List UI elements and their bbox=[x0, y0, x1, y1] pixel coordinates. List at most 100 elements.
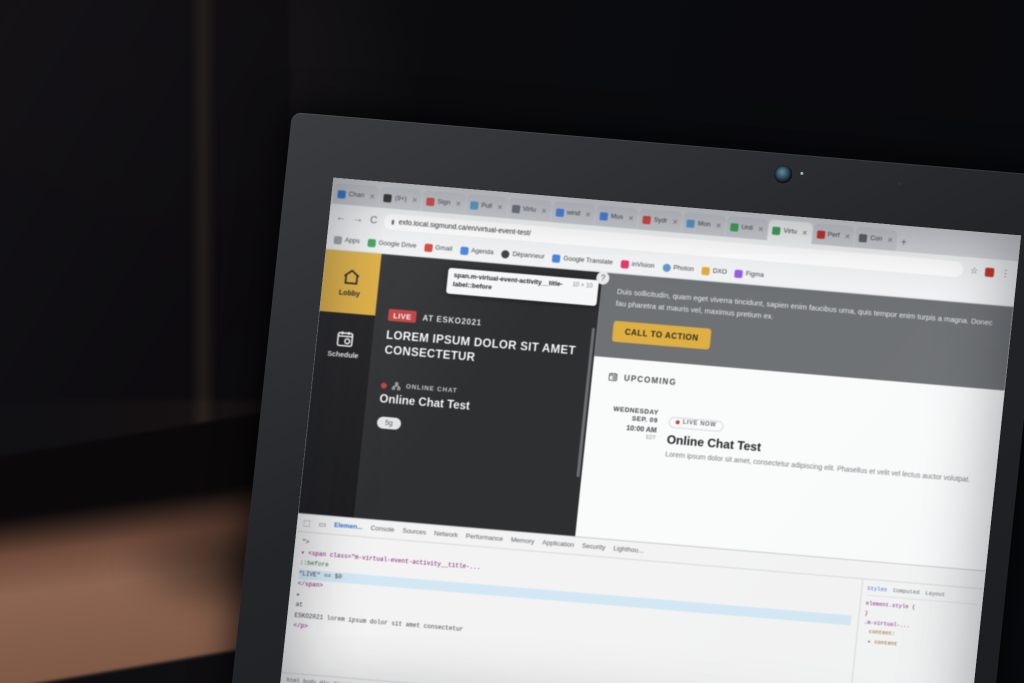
background-pillar bbox=[190, 0, 216, 460]
devtools-tab-console[interactable]: Console bbox=[370, 525, 395, 534]
more-link[interactable]: More bbox=[984, 347, 999, 355]
bookmark-item[interactable]: Figma bbox=[734, 269, 764, 279]
webcam-led-icon bbox=[800, 171, 804, 175]
webcam-icon bbox=[773, 164, 794, 185]
laptop-screen: Chan ✕ (9+) ✕ Sign ✕ Pull ✕ Virtu ✕ wind ✕ Mus… bbox=[279, 177, 1022, 683]
tab-favicon-icon bbox=[555, 207, 565, 217]
background-monitor bbox=[0, 0, 290, 400]
tab-close-icon[interactable]: ✕ bbox=[887, 236, 894, 244]
tab-label: (9+) bbox=[394, 194, 408, 203]
browser-menu-icon[interactable]: ⋮ bbox=[1000, 267, 1011, 279]
activity-tag-pill[interactable]: 5g bbox=[376, 416, 402, 431]
apps-grid-icon bbox=[333, 235, 343, 245]
tab-favicon-icon bbox=[599, 211, 609, 221]
bookmark-star-icon[interactable]: ☆ bbox=[970, 265, 979, 277]
tab-close-icon[interactable]: ✕ bbox=[497, 203, 504, 211]
tab-close-icon[interactable]: ✕ bbox=[715, 221, 722, 229]
bookmark-item[interactable]: Agenda bbox=[459, 246, 494, 257]
home-icon bbox=[343, 269, 359, 285]
devtools-tab-sources[interactable]: Sources bbox=[402, 528, 427, 537]
devtools-tab-performance[interactable]: Performance bbox=[465, 533, 503, 543]
lock-icon: ▮ bbox=[390, 219, 395, 226]
devtools-tab-memory[interactable]: Memory bbox=[511, 537, 535, 546]
devtools-tab-lighthouse[interactable]: Lighthou... bbox=[613, 545, 644, 555]
tab-favicon-icon bbox=[729, 222, 739, 232]
tab-label: Pull bbox=[480, 202, 493, 211]
mic-dot-left-icon bbox=[678, 163, 682, 167]
tab-close-icon[interactable]: ✕ bbox=[541, 207, 548, 215]
tab-close-icon[interactable]: ✕ bbox=[585, 210, 592, 218]
dxo-icon bbox=[701, 266, 711, 275]
sidebar-item-label: Schedule bbox=[326, 350, 359, 361]
agenda-icon bbox=[459, 246, 469, 255]
calendar-icon bbox=[336, 331, 353, 347]
event-datetime: WEDNESDAY SEP. 09 10:00 AM EDT bbox=[600, 405, 659, 460]
inspect-selector: span.m-virtual-event-activity__title-lab… bbox=[452, 272, 563, 292]
devtools-tab-elements[interactable]: Elemen... bbox=[334, 522, 363, 531]
tab-favicon-icon bbox=[383, 193, 393, 203]
styles-tab-computed[interactable]: Computed bbox=[893, 586, 920, 598]
tab-close-icon[interactable]: ✕ bbox=[411, 196, 418, 204]
devtools-inspect-tooltip: span.m-virtual-event-activity__title-lab… bbox=[445, 267, 611, 306]
tab-favicon-icon bbox=[686, 218, 696, 228]
sidebar-item-schedule[interactable]: Schedule bbox=[313, 311, 375, 377]
event-row[interactable]: WEDNESDAY SEP. 09 10:00 AM EDT LIVE NOW … bbox=[600, 405, 984, 487]
bookmark-item[interactable]: DXO bbox=[701, 266, 727, 276]
bookmark-item[interactable]: inVision bbox=[620, 259, 655, 271]
live-event-name: AT ESKO2021 bbox=[422, 313, 483, 328]
tab-label: Virtu bbox=[783, 227, 798, 236]
translate-icon bbox=[552, 253, 561, 263]
tab-favicon-icon bbox=[426, 197, 435, 206]
back-icon[interactable]: ← bbox=[336, 212, 347, 224]
device-toolbar-icon[interactable]: ▭ bbox=[318, 520, 326, 530]
live-dot-icon bbox=[675, 420, 680, 425]
forward-icon[interactable]: → bbox=[353, 213, 364, 225]
tab-close-icon[interactable]: ✕ bbox=[369, 192, 376, 200]
bookmark-item[interactable]: Google Drive bbox=[367, 238, 417, 250]
tab-favicon-icon bbox=[337, 189, 347, 199]
tab-label: Perf bbox=[827, 231, 840, 240]
tab-label: Mus bbox=[610, 213, 624, 222]
figma-icon bbox=[734, 269, 744, 278]
tab-close-icon[interactable]: ✕ bbox=[801, 229, 808, 237]
styles-pane: Styles Computed Layout element.style { }… bbox=[847, 579, 984, 683]
bookmark-item[interactable]: Dépanneur bbox=[501, 249, 545, 262]
live-dot-icon bbox=[380, 382, 388, 389]
reload-icon[interactable]: C bbox=[370, 214, 378, 226]
bookmark-item[interactable]: Gmail bbox=[423, 243, 453, 253]
tab-label: Virtu bbox=[522, 205, 537, 214]
devtools-tab-network[interactable]: Network bbox=[434, 530, 458, 539]
tab-favicon-icon bbox=[816, 229, 826, 239]
sidebar-item-lobby[interactable]: Lobby bbox=[319, 249, 382, 316]
tab-favicon-icon bbox=[469, 200, 479, 210]
tab-close-icon[interactable]: ✕ bbox=[757, 225, 764, 233]
bookmark-item[interactable]: Photon bbox=[661, 263, 694, 274]
tab-label: Chan bbox=[348, 191, 365, 200]
extension-icon[interactable] bbox=[984, 267, 995, 277]
tab-label: Sydr bbox=[653, 216, 668, 225]
bookmark-apps[interactable]: Apps bbox=[333, 235, 360, 245]
tab-close-icon[interactable]: ✕ bbox=[455, 199, 462, 207]
activity-kind-label: ONLINE CHAT bbox=[405, 383, 458, 396]
tab-close-icon[interactable]: ✕ bbox=[628, 214, 635, 222]
tab-label: Mon bbox=[697, 220, 711, 229]
bookmark-item[interactable]: Google Translate bbox=[552, 253, 613, 267]
tab-favicon-icon bbox=[642, 215, 652, 224]
new-tab-button[interactable]: + bbox=[900, 237, 907, 248]
styles-tab-layout[interactable]: Layout bbox=[925, 589, 946, 600]
depanneur-icon bbox=[501, 249, 510, 259]
inspect-element-icon[interactable]: ⬚ bbox=[303, 518, 311, 528]
devtools-tab-application[interactable]: Application bbox=[542, 539, 574, 549]
styles-tab-styles[interactable]: Styles bbox=[867, 584, 888, 595]
tab-favicon-icon bbox=[772, 226, 782, 235]
tab-favicon-icon bbox=[858, 233, 868, 243]
tab-favicon-icon bbox=[511, 204, 521, 213]
call-to-action-button[interactable]: CALL TO ACTION bbox=[611, 320, 712, 350]
tab-close-icon[interactable]: ✕ bbox=[844, 232, 851, 240]
devtools-tab-security[interactable]: Security bbox=[582, 543, 606, 552]
laptop: Chan ✕ (9+) ✕ Sign ✕ Pull ✕ Virtu ✕ wind ✕ Mus… bbox=[229, 112, 1024, 683]
tab-label: Sign bbox=[437, 198, 451, 207]
event-body: LIVE NOW Online Chat Test Lorem ipsum do… bbox=[665, 411, 984, 488]
tab-close-icon[interactable]: ✕ bbox=[672, 218, 679, 226]
drive-icon bbox=[367, 238, 377, 247]
